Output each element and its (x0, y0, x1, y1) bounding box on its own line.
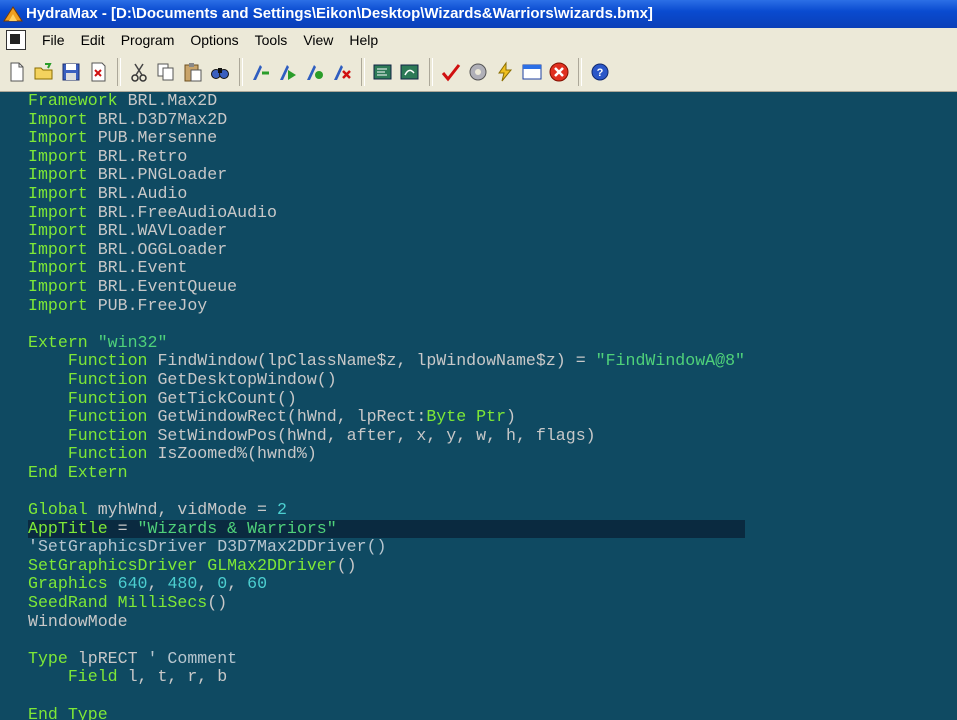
check-button[interactable] (438, 58, 464, 86)
toolbar-separator (239, 57, 243, 86)
code-line[interactable]: Function SetWindowPos(hWnd, after, x, y,… (28, 426, 745, 446)
settings-button[interactable] (465, 58, 491, 86)
step-button[interactable] (370, 58, 396, 86)
code-line[interactable]: Extern "win32" (28, 333, 745, 353)
code-line[interactable]: Function FindWindow(lpClassName$z, lpWin… (28, 352, 745, 371)
settings-icon (469, 63, 487, 80)
menu-help[interactable]: Help (341, 28, 386, 52)
new-file-icon (10, 62, 24, 81)
code-line[interactable]: Import PUB.Mersenne (28, 128, 745, 148)
build-debug-button[interactable] (302, 58, 328, 86)
hydramax-logo-icon (3, 6, 23, 22)
code-line[interactable]: WindowMode (28, 612, 745, 632)
code-editor[interactable]: Framework BRL.Max2D Import BRL.D3D7Max2D I… (0, 92, 957, 720)
code-line[interactable]: AppTitle = "Wizards & Warriors" (28, 519, 745, 539)
menu-bar: File Edit Program Options Tools View Hel… (0, 28, 957, 52)
code-line[interactable]: Graphics 640, 480, 0, 60 (28, 575, 745, 594)
menu-options[interactable]: Options (182, 28, 246, 52)
stop-build-button[interactable] (329, 58, 355, 86)
build-run-button[interactable] (275, 58, 301, 86)
step-over-button[interactable] (397, 58, 423, 86)
code-line[interactable] (28, 482, 745, 501)
code-line[interactable]: Import BRL.D3D7Max2D (28, 110, 745, 130)
new-file-button[interactable] (4, 58, 30, 86)
cut-icon (131, 63, 147, 82)
quickrun-button[interactable] (492, 58, 518, 86)
code-text[interactable]: Framework BRL.Max2D Import BRL.D3D7Max2D I… (28, 92, 745, 720)
code-line[interactable]: End Extern (28, 463, 745, 483)
menu-file[interactable]: File (34, 28, 73, 52)
help-button[interactable]: ? (587, 58, 613, 86)
code-line[interactable] (28, 631, 745, 650)
code-line[interactable]: Global myhWnd, vidMode = 2 (28, 500, 745, 520)
menu-edit[interactable]: Edit (73, 28, 113, 52)
code-line[interactable]: Framework BRL.Max2D (28, 92, 745, 111)
help-icon: ? (591, 63, 609, 80)
toolbar-separator (361, 57, 365, 86)
copy-icon (157, 63, 174, 80)
document-menu-icon[interactable] (6, 30, 26, 50)
build-run-icon (280, 64, 296, 80)
code-line[interactable]: SeedRand MilliSecs() (28, 593, 745, 613)
step-over-icon (400, 64, 419, 79)
code-line[interactable]: Function GetTickCount() (28, 389, 745, 409)
code-line[interactable]: Function IsZoomed%(hwnd%) (28, 444, 745, 464)
code-line[interactable]: Import BRL.Event (28, 259, 745, 278)
code-line[interactable] (28, 687, 745, 706)
code-line[interactable]: Import PUB.FreeJoy (28, 296, 745, 316)
find-icon (211, 67, 229, 79)
build-button[interactable] (248, 58, 274, 86)
code-line[interactable]: Function GetDesktopWindow() (28, 370, 745, 390)
title-bar: HydraMax - [D:\Documents and Settings\Ei… (0, 0, 957, 28)
code-line[interactable]: Function GetWindowRect(hWnd, lpRect:Byte… (28, 407, 745, 427)
save-icon (62, 63, 80, 80)
code-line[interactable]: End Type (28, 705, 745, 720)
find-button[interactable] (207, 58, 233, 86)
paste-icon (184, 62, 202, 81)
editor-gutter (0, 92, 22, 720)
window-icon (522, 64, 542, 79)
copy-button[interactable] (153, 58, 179, 86)
open-file-button[interactable] (31, 58, 57, 86)
toolbar-separator (578, 57, 582, 86)
code-line[interactable]: Import BRL.Audio (28, 184, 745, 204)
code-line[interactable]: Field l, t, r, b (28, 668, 745, 687)
code-line[interactable]: Import BRL.PNGLoader (28, 166, 745, 185)
menu-view[interactable]: View (295, 28, 341, 52)
quickrun-icon (498, 60, 513, 81)
window-button[interactable] (519, 58, 545, 86)
save-file-button[interactable] (58, 58, 84, 86)
step-icon (373, 64, 392, 79)
code-line[interactable]: SetGraphicsDriver GLMax2DDriver() (28, 556, 745, 576)
menu-tools[interactable]: Tools (247, 28, 296, 52)
toolbar-separator (429, 57, 433, 86)
window-title: HydraMax - [D:\Documents and Settings\Ei… (26, 5, 653, 22)
cut-button[interactable] (126, 58, 152, 86)
stop-button[interactable] (546, 58, 572, 86)
svg-text:?: ? (597, 67, 604, 79)
code-line[interactable]: 'SetGraphicsDriver D3D7Max2DDriver() (28, 537, 745, 557)
code-line[interactable]: Import BRL.WAVLoader (28, 221, 745, 241)
build-icon (253, 64, 269, 80)
close-file-icon (91, 62, 106, 81)
paste-button[interactable] (180, 58, 206, 86)
code-line[interactable]: Import BRL.Retro (28, 147, 745, 167)
toolbar: ? (0, 52, 957, 92)
code-line[interactable]: Type lpRECT ' Comment (28, 649, 745, 669)
menu-program[interactable]: Program (113, 28, 183, 52)
toolbar-separator (117, 57, 121, 86)
close-file-button[interactable] (85, 58, 111, 86)
code-line[interactable]: Import BRL.EventQueue (28, 277, 745, 297)
code-line[interactable]: Import BRL.FreeAudioAudio (28, 203, 745, 223)
code-line[interactable] (28, 315, 745, 334)
build-debug-icon (307, 64, 323, 80)
stop-icon (549, 62, 569, 81)
check-icon (441, 63, 461, 81)
stop-build-icon (334, 64, 351, 80)
code-line[interactable]: Import BRL.OGGLoader (28, 240, 745, 260)
open-folder-icon (34, 62, 53, 79)
